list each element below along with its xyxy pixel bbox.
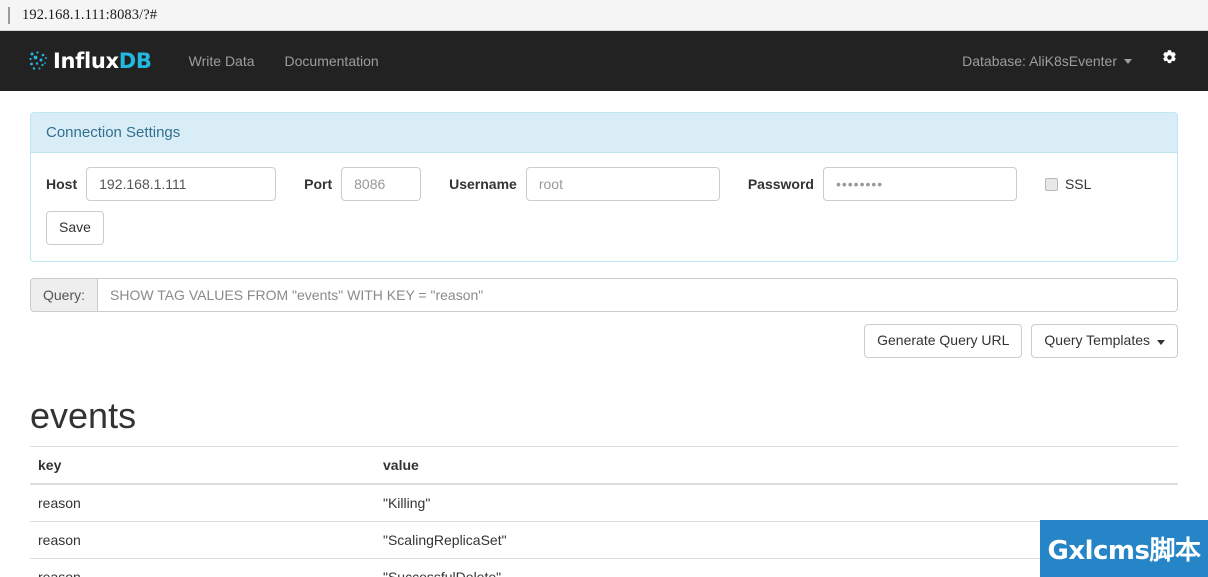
brand-name-influx: Influx	[53, 49, 119, 73]
host-label: Host	[46, 176, 78, 192]
connection-settings-heading: Connection Settings	[31, 113, 1177, 153]
generate-query-url-button[interactable]: Generate Query URL	[864, 323, 1023, 358]
query-templates-label: Query Templates	[1044, 331, 1150, 348]
host-field-group: Host	[46, 167, 277, 201]
host-input[interactable]	[86, 167, 277, 201]
browser-url-bar[interactable]: 192.168.1.111:8083/?#	[0, 0, 1208, 31]
cell-value: "Killing"	[375, 484, 1178, 523]
password-input[interactable]	[822, 167, 1017, 201]
cell-key: reason	[30, 521, 375, 560]
query-input[interactable]	[97, 277, 1178, 312]
column-header-value: value	[375, 446, 1178, 486]
database-selector[interactable]: Database: AliK8sEventer	[947, 31, 1147, 91]
query-templates-button[interactable]: Query Templates	[1031, 323, 1178, 358]
chevron-down-icon	[1157, 339, 1165, 345]
gear-icon	[1161, 31, 1178, 91]
results-table: key value reason "Killing" reason "Scali…	[30, 446, 1178, 577]
password-label: Password	[747, 176, 814, 192]
url-text: 192.168.1.111:8083/?#	[22, 6, 158, 23]
username-label: Username	[449, 176, 517, 192]
port-field-group: Port	[304, 167, 422, 201]
main-content: Connection Settings Host Port Username P…	[0, 112, 1208, 577]
watermark: Gxlcms脚本	[1040, 520, 1208, 577]
influxdb-logo[interactable]: InfluxDB	[28, 31, 152, 91]
connection-form-row: Host Port Username Password S	[46, 167, 1162, 201]
text-cursor	[8, 6, 10, 24]
influxdb-dots-icon	[28, 50, 50, 72]
save-button[interactable]: Save	[46, 211, 104, 245]
connection-settings-body: Host Port Username Password S	[31, 153, 1177, 261]
table-row: reason "Killing"	[30, 484, 1178, 523]
ssl-checkbox[interactable]	[1044, 177, 1058, 191]
connection-settings-panel: Connection Settings Host Port Username P…	[30, 112, 1178, 262]
query-label: Query:	[30, 277, 98, 312]
navbar-right: Database: AliK8sEventer	[947, 31, 1192, 91]
table-header-row: key value	[30, 446, 1178, 486]
port-label: Port	[304, 176, 333, 192]
results-title: events	[30, 394, 137, 436]
port-input[interactable]	[341, 167, 422, 201]
username-input[interactable]	[525, 167, 720, 201]
nav-link-documentation[interactable]: Documentation	[270, 31, 394, 91]
table-row: reason "SuccessfulDelete"	[30, 558, 1178, 577]
ssl-label: SSL	[1064, 176, 1092, 192]
database-selector-label: Database: AliK8sEventer	[962, 53, 1117, 69]
top-navbar: InfluxDB Write Data Documentation Databa…	[0, 31, 1208, 91]
username-field-group: Username	[449, 167, 720, 201]
brand-name-db: DB	[118, 49, 152, 73]
nav-link-write-data[interactable]: Write Data	[174, 31, 270, 91]
password-field-group: Password	[748, 167, 1017, 201]
watermark-text: Gxlcms脚本	[1047, 536, 1201, 566]
chevron-down-icon	[1124, 58, 1132, 64]
table-row: reason "ScalingReplicaSet"	[30, 521, 1178, 560]
settings-gear-button[interactable]	[1147, 31, 1192, 91]
cell-key: reason	[30, 558, 375, 577]
column-header-key: key	[30, 446, 375, 486]
ssl-field-group: SSL	[1044, 176, 1092, 192]
query-actions: Generate Query URL Query Templates	[30, 323, 1178, 358]
cell-key: reason	[30, 484, 375, 523]
nav-links: Write Data Documentation	[174, 31, 394, 91]
query-input-group: Query:	[30, 277, 1178, 312]
